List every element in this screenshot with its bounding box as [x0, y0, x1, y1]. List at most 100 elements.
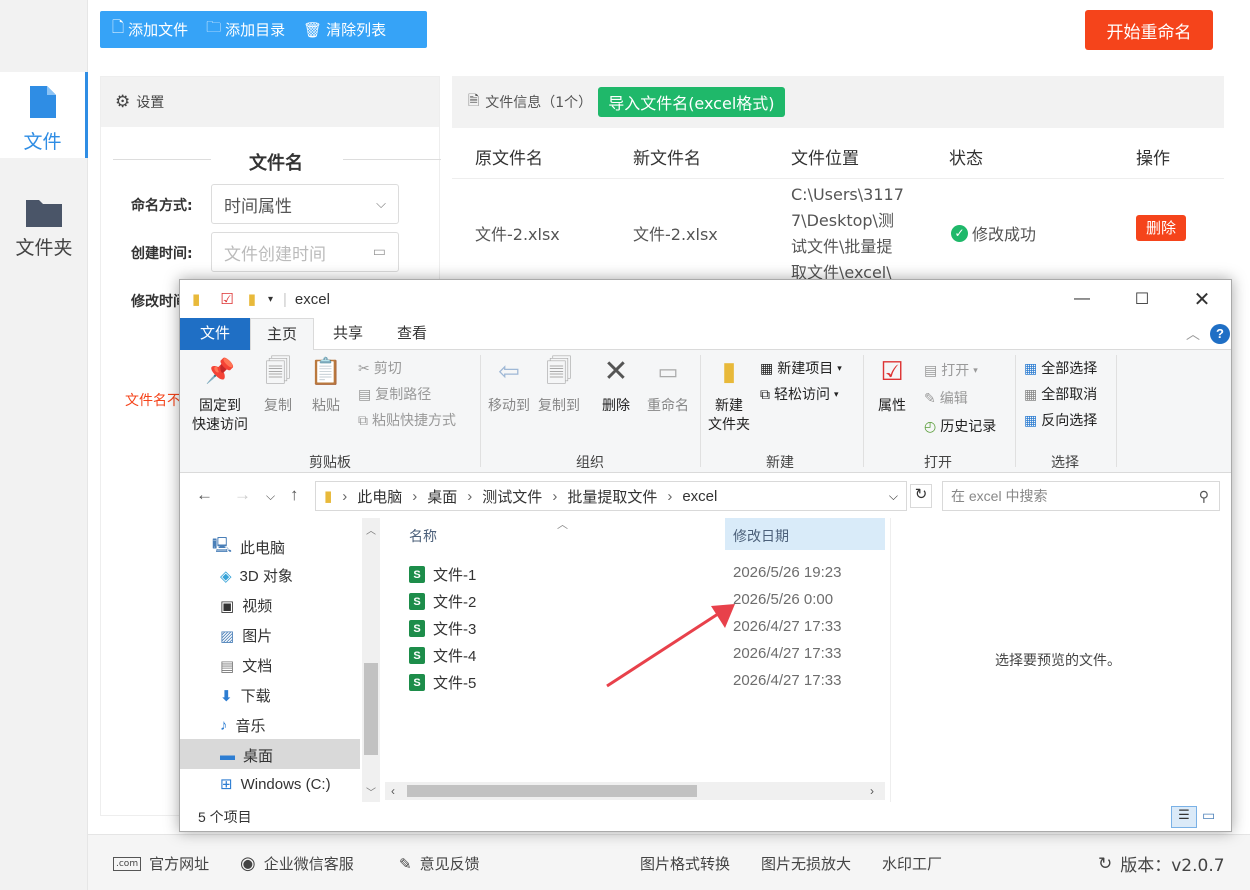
new-item-button[interactable]: ▦ 新建项目 ▾ — [760, 358, 842, 378]
hscroll-thumb[interactable] — [407, 785, 697, 797]
file-icon — [29, 86, 56, 118]
collapse-ribbon-icon[interactable]: ︿ — [1186, 324, 1200, 344]
nav-music[interactable]: ♪ 音乐 — [220, 715, 266, 736]
import-filename-button[interactable]: 导入文件名(excel格式) — [598, 87, 785, 117]
nav-videos[interactable]: ▣ 视频 — [220, 595, 272, 616]
file-row[interactable]: S 文件-2 — [409, 591, 476, 612]
minimize-button[interactable]: — — [1052, 280, 1112, 318]
settings-title: 设置 — [136, 95, 165, 111]
back-button[interactable]: ← — [196, 485, 213, 505]
format-convert-link[interactable]: 图片格式转换 — [640, 853, 730, 874]
recent-dropdown[interactable]: ⌵ — [266, 489, 275, 504]
clear-list-button[interactable]: 🗑 清除列表 — [303, 19, 386, 40]
naming-select[interactable]: 时间属性 ⌵ — [211, 184, 399, 224]
paste-label: 粘贴 — [312, 397, 340, 413]
paste-button[interactable]: 📋 粘贴 — [306, 358, 346, 415]
copy-button[interactable]: 🗐 复制 — [258, 358, 298, 415]
invert-selection-button[interactable]: ▦ 反向选择 — [1024, 410, 1097, 430]
preview-pane: 选择要预览的文件。 — [890, 518, 1225, 802]
easy-access-button[interactable]: ⧉ 轻松访问 ▾ — [760, 384, 839, 404]
search-box[interactable]: 在 excel 中搜索 ⚲ — [942, 481, 1220, 511]
group-organize: 组织 — [576, 454, 604, 470]
add-file-label: 添加文件 — [128, 21, 189, 39]
breadcrumb-item[interactable]: 桌面 — [427, 486, 457, 507]
move-to-button[interactable]: ⇦ 移动到 — [486, 358, 532, 415]
col-header-name[interactable]: 名称 — [409, 526, 437, 546]
add-file-button[interactable]: 🗋 添加文件 — [112, 17, 188, 42]
nav-this-pc[interactable]: 🖳 此电脑 — [212, 535, 285, 560]
close-button[interactable]: ✕ — [1172, 280, 1232, 318]
large-icons-view-icon[interactable]: ▭ — [1202, 807, 1215, 824]
start-rename-button[interactable]: 开始重命名 — [1085, 10, 1213, 50]
create-time-input[interactable]: 文件创建时间 ▭ — [211, 232, 399, 272]
nav-windows-c[interactable]: ⊞ Windows (C:) — [220, 775, 331, 794]
select-all-button[interactable]: ▦ 全部选择 — [1024, 358, 1097, 378]
add-dir-button[interactable]: 🗀 添加目录 — [206, 17, 285, 42]
dropdown-icon[interactable]: ▾ — [268, 294, 273, 305]
file-row[interactable]: S 文件-3 — [409, 618, 476, 639]
tab-home[interactable]: 主页 — [250, 318, 314, 351]
nav-file[interactable]: 文件 — [0, 72, 88, 158]
file-row[interactable]: S 文件-1 — [409, 564, 476, 585]
nav-desktop[interactable]: ▬ 桌面 — [220, 745, 273, 766]
file-row[interactable]: S 文件-5 — [409, 672, 476, 693]
history-button[interactable]: ◴ 历史记录 — [924, 416, 996, 436]
open-button[interactable]: ▤ 打开 ▾ — [924, 360, 978, 380]
details-view-icon[interactable]: ☰ — [1171, 806, 1197, 828]
nav-scrollbar[interactable]: ︿ ﹀ — [362, 518, 380, 802]
col-header-date[interactable]: 修改日期 — [725, 518, 885, 550]
breadcrumb-item[interactable]: 测试文件 — [482, 486, 542, 507]
divider — [343, 159, 441, 160]
version-info[interactable]: ↻ 版本：v2.0.7 — [1098, 851, 1225, 877]
nav-downloads[interactable]: ⬇ 下载 — [220, 685, 271, 706]
help-icon[interactable]: ? — [1210, 324, 1230, 344]
xlsx-icon: S — [409, 674, 425, 691]
watermark-link[interactable]: 水印工厂 — [882, 853, 942, 874]
wechat-service-link[interactable]: ◉ 企业微信客服 — [240, 853, 354, 874]
up-button[interactable]: ↑ — [290, 485, 299, 505]
breadcrumb-item[interactable]: excel — [682, 488, 717, 505]
nav-folder[interactable]: 文件夹 — [0, 186, 88, 266]
tab-file[interactable]: 文件 — [180, 318, 250, 350]
breadcrumb-item[interactable]: 此电脑 — [357, 486, 402, 507]
rename-button[interactable]: ▭ 重命名 — [642, 361, 694, 415]
divider — [113, 159, 211, 160]
maximize-icon: ☐ — [1134, 291, 1150, 308]
breadcrumb-item[interactable]: 批量提取文件 — [567, 486, 657, 507]
refresh-button[interactable]: ↻ — [910, 484, 932, 508]
chevron-right-icon: › — [667, 487, 673, 505]
lossless-enlarge-link[interactable]: 图片无损放大 — [761, 853, 851, 874]
select-none-button[interactable]: ▦ 全部取消 — [1024, 384, 1097, 404]
group-select: 选择 — [1051, 454, 1079, 470]
nav-3d-objects[interactable]: ◈ 3D 对象 — [220, 565, 293, 586]
tab-share[interactable]: 共享 — [318, 318, 378, 350]
delete-button[interactable]: 删除 — [1136, 215, 1187, 241]
file-row[interactable]: S 文件-4 — [409, 645, 476, 666]
nav-documents[interactable]: ▤ 文档 — [220, 655, 272, 676]
nav-label: 下载 — [240, 688, 271, 705]
folder-small-icon: ▮ — [324, 488, 333, 505]
address-bar[interactable]: ▮ › 此电脑 › 桌面 › 测试文件 › 批量提取文件 › excel ⌵ — [315, 481, 907, 511]
cut-button[interactable]: ✂ 剪切 — [358, 358, 402, 378]
chevron-right-icon: › — [412, 487, 418, 505]
hscrollbar[interactable]: ‹ › — [385, 782, 885, 800]
forward-button[interactable]: → — [234, 485, 251, 505]
scissors-icon: ✂ — [358, 359, 370, 376]
tab-view[interactable]: 查看 — [382, 318, 442, 350]
version-label: 版本：v2.0.7 — [1120, 856, 1225, 876]
feedback-link[interactable]: ✎ 意见反馈 — [399, 853, 480, 874]
scrollbar-thumb[interactable] — [364, 663, 378, 755]
edit-button[interactable]: ✎ 编辑 — [924, 388, 968, 408]
properties-button[interactable]: ☑ 属性 — [870, 358, 914, 415]
new-folder-button[interactable]: ▮ 新建 文件夹 — [704, 358, 754, 434]
nav-pictures[interactable]: ▨ 图片 — [220, 625, 272, 646]
chat-icon: ◉ — [240, 853, 256, 874]
copy-to-button[interactable]: 🗐 复制到 — [536, 358, 582, 415]
delete-file-button[interactable]: ✕ 删除 — [596, 357, 636, 415]
official-site-link[interactable]: .com 官方网址 — [113, 853, 209, 874]
pin-quick-access-button[interactable]: 📌 固定到 快速访问 — [188, 360, 252, 434]
address-dropdown-icon[interactable]: ⌵ — [889, 489, 898, 504]
maximize-button[interactable]: ☐ — [1112, 280, 1172, 318]
paste-shortcut-button[interactable]: ⧉ 粘贴快捷方式 — [358, 410, 456, 430]
copy-path-button[interactable]: ▤ 复制路径 — [358, 384, 431, 404]
